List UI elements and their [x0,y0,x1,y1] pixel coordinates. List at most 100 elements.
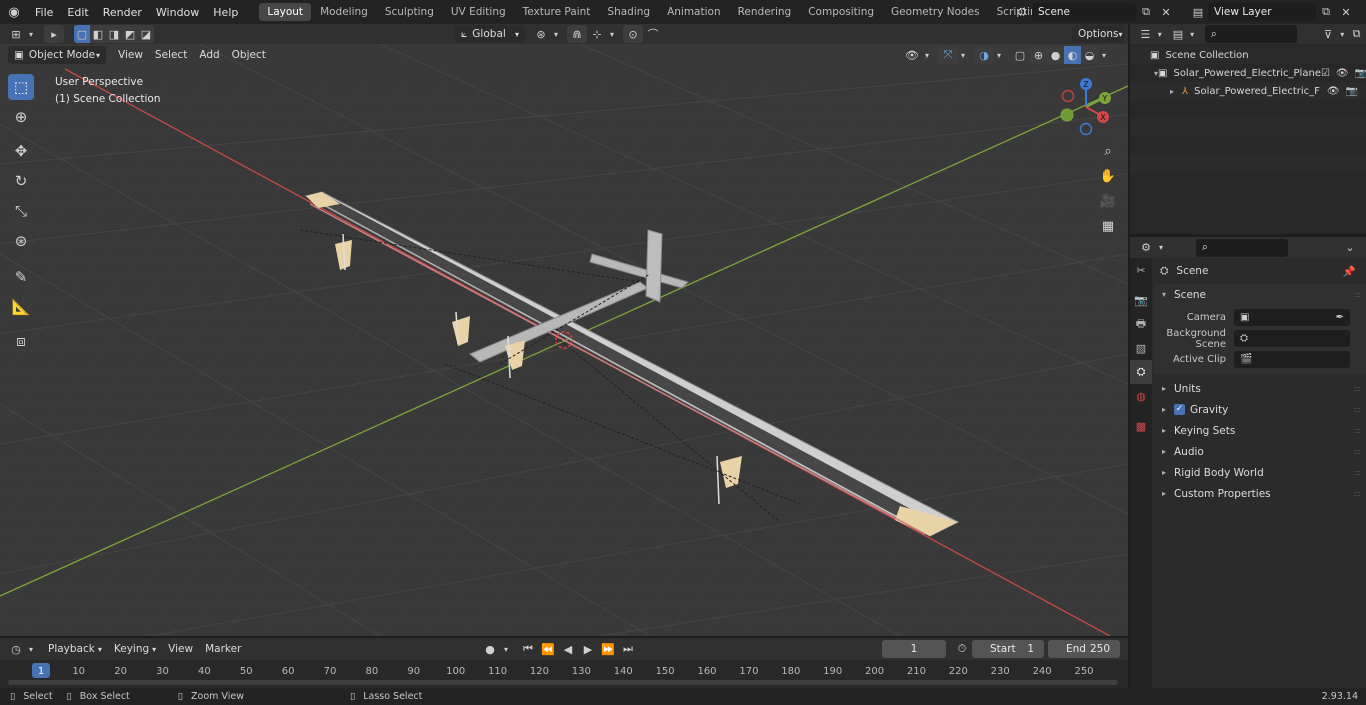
workspace-tab-shading[interactable]: Shading [599,3,658,21]
zoom-icon[interactable]: ⌕ [1097,140,1119,162]
mode-dropdown[interactable]: ▣ Object Mode ▾ [8,46,106,64]
record-keyframe-icon[interactable]: ● [480,640,500,658]
snap-toggle-icon[interactable]: ⋒ [567,25,587,43]
view-layer-field[interactable]: View Layer [1208,3,1316,21]
chevron-down-icon[interactable]: ▾ [1155,25,1164,43]
scene-tab-icon[interactable]: ⛭ [1130,360,1152,384]
timeline-menu-playback[interactable]: Playback ▾ [42,640,108,658]
menu-help[interactable]: Help [206,0,245,24]
rotate-tool-icon[interactable]: ↻ [8,168,34,194]
gravity-panel-header[interactable]: ▸ ✓ Gravity :::: [1154,399,1366,420]
chevron-down-icon[interactable]: ▾ [1187,25,1196,43]
jump-start-icon[interactable]: ⏮ [518,640,538,658]
active-clip-field[interactable]: 🎬 [1234,351,1350,368]
rigid-body-world-panel-header[interactable]: ▸ Rigid Body World :::: [1154,462,1366,483]
render-camera-icon[interactable]: 📷 [1355,68,1366,79]
output-tab-icon[interactable]: 🖶 [1130,312,1152,336]
new-view-layer-icon[interactable]: ⧉ [1316,3,1336,21]
perspective-toggle-icon[interactable]: ▦ [1097,215,1119,237]
scene-selector-icon[interactable]: ⛭ [1012,3,1032,21]
select-mode-new-icon[interactable]: ▢ [74,25,90,43]
scene-panel-header[interactable]: ▾ Scene :::: [1154,284,1366,305]
properties-editor-type-icon[interactable]: ⚙ [1136,239,1156,257]
drag-grip-icon[interactable]: :::: [1353,447,1361,456]
chevron-down-icon[interactable]: ▾ [1338,25,1347,43]
select-mode-invert-icon[interactable]: ◩ [122,25,138,43]
scene-name-field[interactable]: Scene [1032,3,1136,21]
falloff-icon[interactable]: ⌒ [643,25,663,43]
menu-edit[interactable]: Edit [60,0,95,24]
current-frame-field[interactable]: 1 [882,640,946,658]
new-scene-icon[interactable]: ⧉ [1136,3,1156,21]
jump-end-icon[interactable]: ⏭ [618,640,638,658]
select-mode-intersect-icon[interactable]: ◪ [138,25,154,43]
background-scene-field[interactable]: ⛭ [1234,330,1350,347]
workspace-tab-texture-paint[interactable]: Texture Paint [515,3,599,21]
new-collection-icon[interactable]: ⧉ [1347,25,1366,43]
start-frame-field[interactable]: Start 1 [972,640,1044,658]
menu-window[interactable]: Window [149,0,206,24]
texture-tab-icon[interactable]: ▩ [1130,414,1152,438]
workspace-tab-rendering[interactable]: Rendering [730,3,800,21]
navigation-gizmo[interactable]: Z Y X [1058,76,1116,138]
drag-grip-icon[interactable]: :::: [1353,290,1361,299]
workspace-tab-layout[interactable]: Layout [259,3,312,21]
delete-view-layer-icon[interactable]: ✕ [1336,3,1356,21]
expand-triangle-icon[interactable]: ▸ [1170,87,1182,96]
viewport-menu-view[interactable]: View [112,46,149,64]
viewport-menu-object[interactable]: Object [226,46,272,64]
visibility-eye-icon[interactable]: 👁 [1336,68,1349,79]
chevron-down-icon[interactable]: ▾ [1098,46,1110,64]
pan-hand-icon[interactable]: ✋ [1097,165,1119,187]
viewport-menu-add[interactable]: Add [193,46,225,64]
include-checkbox-icon[interactable]: ☑ [1321,68,1330,79]
outliner-row-plane-collection[interactable]: ▾ ▣ Solar_Powered_Electric_Plane ☑ 👁 📷 [1130,64,1366,82]
filter-icon[interactable]: ⊽ [1319,25,1338,43]
scale-tool-icon[interactable]: ⤡ [8,198,34,224]
timeline-menu-view[interactable]: View [162,640,199,658]
next-keyframe-icon[interactable]: ⏩ [598,640,618,658]
view-layer-tab-icon[interactable]: ▧ [1130,336,1152,360]
transform-tool-icon[interactable]: ⊛ [8,228,34,254]
select-mode-subtract-icon[interactable]: ◨ [106,25,122,43]
gravity-checkbox[interactable]: ✓ [1174,404,1185,415]
workspace-tab-geometry-nodes[interactable]: Geometry Nodes [883,3,988,21]
annotate-tool-icon[interactable]: ✎ [8,264,34,290]
blender-logo-icon[interactable]: ◉ [0,3,28,21]
drag-grip-icon[interactable]: :::: [1353,426,1361,435]
units-panel-header[interactable]: ▸ Units :::: [1154,378,1366,399]
select-mode-extend-icon[interactable]: ◧ [90,25,106,43]
properties-search-input[interactable]: ⌕ [1196,238,1288,257]
prev-keyframe-icon[interactable]: ⏪ [538,640,558,658]
workspace-tab-sculpting[interactable]: Sculpting [377,3,442,21]
rendered-shading-icon[interactable]: ◒ [1081,46,1098,64]
render-tab-icon[interactable]: 📷 [1130,288,1152,312]
timeline-scrollbar[interactable] [8,680,1118,685]
menu-file[interactable]: File [28,0,60,24]
proportional-edit-icon[interactable]: ⊙ [623,25,643,43]
pivot-point-icon[interactable]: ⊛ [531,25,551,43]
eyedropper-icon[interactable]: ✒ [1336,312,1344,323]
stopwatch-icon[interactable]: ⏱ [952,640,972,658]
solid-shading-icon[interactable]: ● [1047,46,1064,64]
timeline-menu-keying[interactable]: Keying ▾ [108,640,162,658]
move-tool-icon[interactable]: ✥ [8,138,34,164]
wireframe-shading-icon[interactable]: ⊕ [1030,46,1047,64]
outliner-row-scene-collection[interactable]: ▣ Scene Collection [1130,46,1366,64]
3d-viewport[interactable]: ▣ Object Mode ▾ View Select Add Object 👁… [0,44,1128,636]
drag-grip-icon[interactable]: :::: [1353,468,1361,477]
drag-grip-icon[interactable]: :::: [1353,405,1361,414]
measure-tool-icon[interactable]: 📐 [8,294,34,320]
chevron-down-icon[interactable]: ▾ [607,25,617,43]
workspace-tab-compositing[interactable]: Compositing [800,3,882,21]
drag-grip-icon[interactable]: :::: [1353,384,1361,393]
add-cube-tool-icon[interactable]: ⧈ [8,328,34,354]
gizmo-toggle-icon[interactable]: ⤧ [938,46,958,64]
chevron-down-icon[interactable]: ▾ [994,46,1004,64]
pin-icon[interactable]: 📌 [1343,265,1356,278]
timeline-panel[interactable]: ◷ ▾ Playback ▾ Keying ▾ View Marker ● ▾ … [0,638,1128,688]
camera-view-icon[interactable]: 🎥 [1097,190,1119,212]
snap-target-icon[interactable]: ⊹ [587,25,607,43]
workspace-tab-animation[interactable]: Animation [659,3,729,21]
chevron-down-icon[interactable]: ▾ [26,25,36,43]
